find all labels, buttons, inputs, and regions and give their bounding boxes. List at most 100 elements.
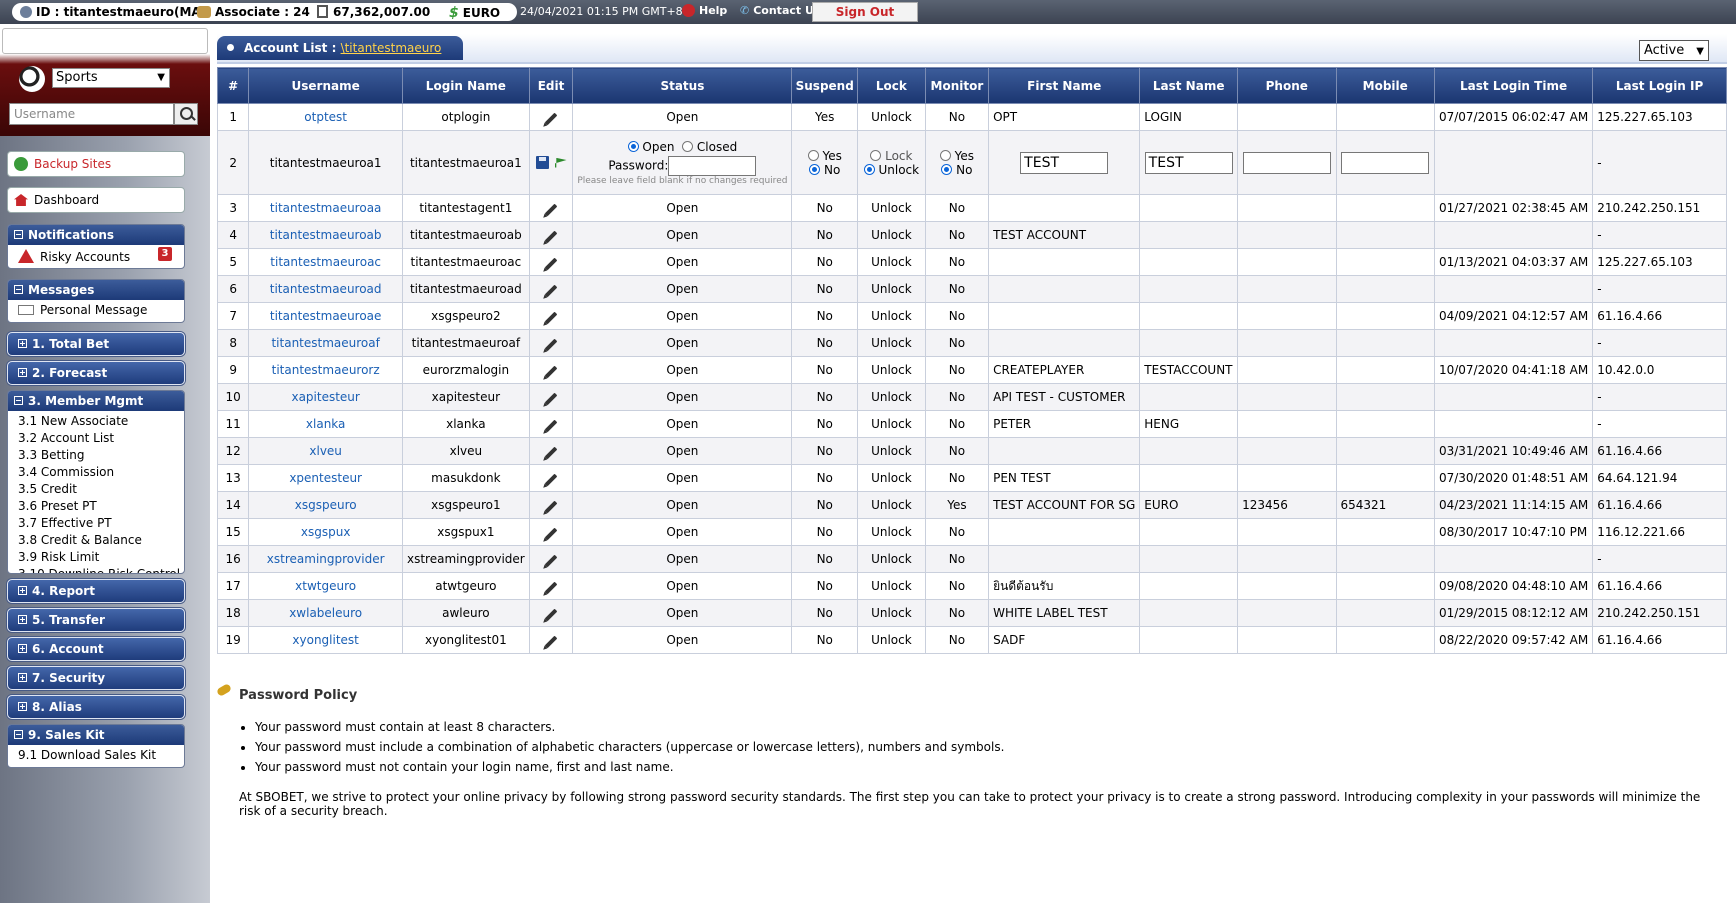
pencil-icon[interactable] [544, 500, 558, 514]
edit-cell [528, 248, 574, 276]
monitor-no-radio[interactable] [941, 163, 953, 175]
personal-message-item[interactable]: Personal Message [8, 300, 184, 319]
pencil-icon[interactable] [544, 419, 558, 433]
transfer-menu[interactable]: 5. Transfer [7, 608, 185, 632]
username-link[interactable]: otptest [304, 110, 347, 124]
username-link[interactable]: xsgspeuro [295, 498, 357, 512]
lock-radio[interactable] [870, 149, 882, 161]
column-header: Suspend [791, 67, 859, 104]
pencil-icon[interactable] [544, 284, 558, 298]
cancel-flag-icon[interactable] [554, 157, 567, 168]
member-mgmt-item[interactable]: 3.8 Credit & Balance [8, 532, 184, 549]
pencil-icon[interactable] [544, 203, 558, 217]
status-open-radio[interactable] [627, 140, 639, 152]
contact-link[interactable]: ✆ Contact Us [740, 4, 820, 17]
unlock-radio[interactable] [863, 163, 875, 175]
mobile-input[interactable] [1341, 151, 1430, 174]
last-login-ip: 10.42.0.0 [1592, 356, 1727, 384]
dashboard-button[interactable]: Dashboard [7, 187, 185, 213]
pencil-icon[interactable] [544, 446, 558, 460]
pencil-icon[interactable] [544, 257, 558, 271]
member-mgmt-item[interactable]: 3.3 Betting [8, 447, 184, 464]
monitor-yes-radio[interactable] [939, 149, 951, 161]
username-link[interactable]: xtwtgeuro [295, 579, 356, 593]
username-link[interactable]: xwlabeleuro [289, 606, 362, 620]
username-link[interactable]: titantestmaeuroac [270, 255, 381, 269]
phone [1237, 275, 1337, 303]
pencil-icon[interactable] [544, 230, 558, 244]
member-mgmt-item[interactable]: 3.2 Account List [8, 430, 184, 447]
total-bet-menu[interactable]: 1. Total Bet [7, 332, 185, 356]
save-icon[interactable] [535, 155, 549, 169]
member-mgmt-item[interactable]: 3.6 Preset PT [8, 498, 184, 515]
forecast-menu[interactable]: 2. Forecast [7, 361, 185, 385]
pencil-icon[interactable] [544, 581, 558, 595]
last-name [1139, 572, 1239, 600]
monitor: No [924, 194, 990, 222]
sign-out-button[interactable]: Sign Out [812, 2, 918, 22]
status-filter-select[interactable]: Active ▼ [1639, 40, 1709, 61]
pencil-icon[interactable] [544, 635, 558, 649]
pencil-icon[interactable] [544, 527, 558, 541]
first-name: OPT [988, 103, 1141, 131]
pencil-icon[interactable] [544, 338, 558, 352]
pencil-icon[interactable] [544, 554, 558, 568]
report-menu[interactable]: 4. Report [7, 579, 185, 603]
username-link[interactable]: xapitesteur [291, 390, 359, 404]
member-mgmt-item[interactable]: 3.10 Downline Risk Control [8, 566, 184, 574]
password-policy: Password Policy Your password must conta… [215, 683, 1717, 818]
username-link[interactable]: xlveu [309, 444, 342, 458]
member-mgmt-item[interactable]: 3.7 Effective PT [8, 515, 184, 532]
login-name: xsgspux1 [402, 518, 530, 546]
phone-input[interactable] [1242, 151, 1331, 174]
pencil-icon[interactable] [544, 473, 558, 487]
username-link[interactable]: titantestmaeuroaa [270, 201, 382, 215]
username-link[interactable]: titantestmaeuroaf [271, 336, 379, 350]
suspend-no-radio[interactable] [809, 163, 821, 175]
status-closed-radio[interactable] [682, 140, 694, 152]
password-input[interactable] [668, 155, 757, 176]
sport-select[interactable]: Sports ▼ [52, 68, 170, 88]
account-menu[interactable]: 6. Account [7, 637, 185, 661]
username-link[interactable]: xsgspux [301, 525, 351, 539]
member-mgmt-item[interactable]: 3.9 Risk Limit [8, 549, 184, 566]
alias-menu[interactable]: 8. Alias [7, 695, 185, 719]
risky-accounts-item[interactable]: Risky Accounts 3 [8, 245, 184, 266]
sidebar-banner [2, 28, 208, 54]
mobile [1335, 275, 1435, 303]
security-menu[interactable]: 7. Security [7, 666, 185, 690]
notifications-header[interactable]: Notifications [8, 225, 184, 245]
username-link[interactable]: titantestmaeuroae [270, 309, 382, 323]
username-link[interactable]: titantestmaeuroab [270, 228, 382, 242]
username-link[interactable]: titantestmaeuroad [270, 282, 382, 296]
messages-header[interactable]: Messages [8, 280, 184, 300]
search-icon[interactable] [174, 103, 198, 125]
username-link[interactable]: xyonglitest [292, 633, 358, 647]
suspend-yes-radio[interactable] [807, 149, 819, 161]
username-link[interactable]: titantestmaeurorz [272, 363, 380, 377]
username-link[interactable]: xstreamingprovider [267, 552, 385, 566]
pencil-icon[interactable] [544, 365, 558, 379]
monitor: No [924, 275, 990, 303]
username-link[interactable]: xpentesteur [289, 471, 362, 485]
member-mgmt-item[interactable]: 3.5 Credit [8, 481, 184, 498]
pencil-icon[interactable] [544, 311, 558, 325]
member-mgmt-item[interactable]: 3.1 New Associate [8, 413, 184, 430]
help-link[interactable]: Help [682, 4, 727, 17]
suspend: No [791, 545, 859, 573]
login-name: titantestagent1 [402, 194, 530, 222]
member-mgmt-header[interactable]: 3. Member Mgmt [8, 391, 184, 411]
username-search-input[interactable]: Username [9, 103, 174, 125]
pencil-icon[interactable] [544, 112, 558, 126]
download-sales-kit-item[interactable]: 9.1 Download Sales Kit [8, 745, 184, 764]
member-mgmt-item[interactable]: 3.4 Commission [8, 464, 184, 481]
last-login-time: 04/09/2021 04:12:57 AM [1433, 302, 1594, 330]
pencil-icon[interactable] [544, 608, 558, 622]
pencil-icon[interactable] [544, 392, 558, 406]
username-link[interactable]: xlanka [306, 417, 346, 431]
sales-kit-header[interactable]: 9. Sales Kit [8, 725, 184, 745]
account-path-link[interactable]: \titantestmaeuro [341, 41, 442, 55]
last-name-input[interactable]: TEST [1144, 151, 1233, 174]
first-name-input[interactable]: TEST [1020, 151, 1109, 174]
backup-sites-button[interactable]: Backup Sites [7, 151, 185, 177]
